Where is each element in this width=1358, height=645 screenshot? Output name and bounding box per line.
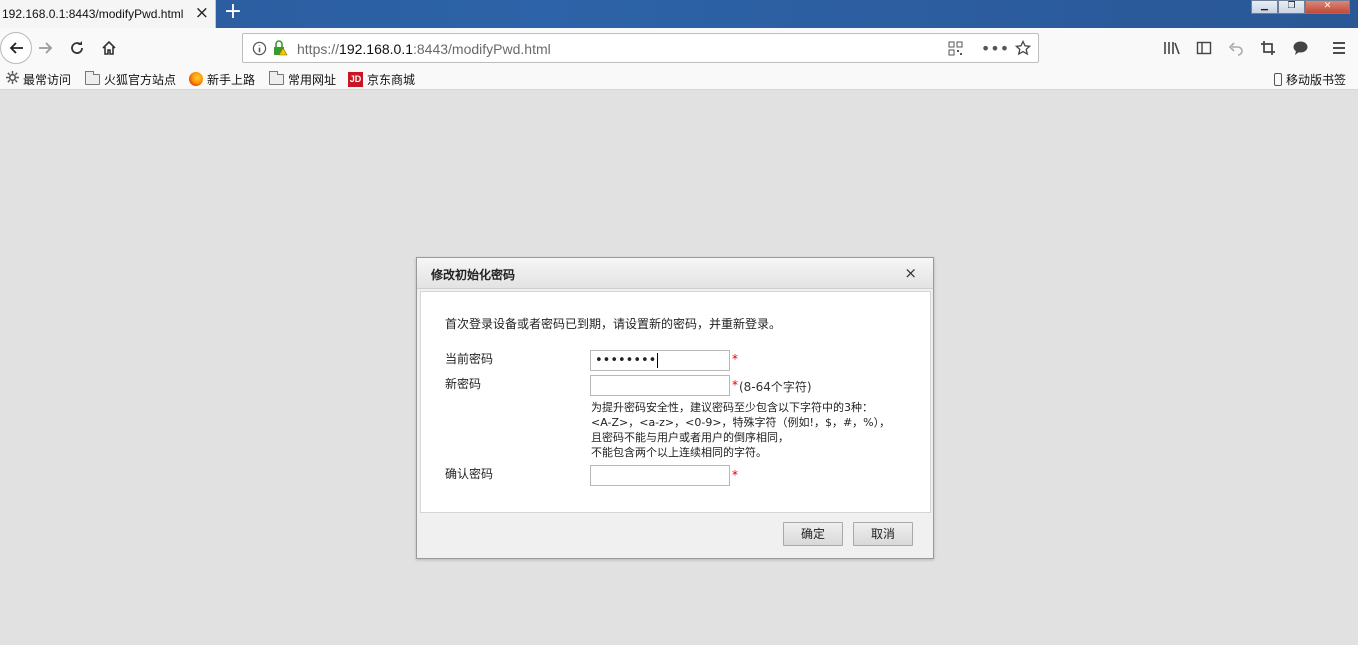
forward-arrow-icon <box>39 42 53 54</box>
tip-line: 且密码不能与用户或者用户的倒序相同， <box>591 431 789 444</box>
chat-bubble-icon[interactable] <box>1290 38 1310 58</box>
bookmark-getting-started[interactable]: 新手上路 <box>189 71 255 87</box>
required-mark: * <box>732 378 738 392</box>
url-bar[interactable]: https://192.168.0.1:8443/modifyPwd.html … <box>242 33 1039 63</box>
minimize-button[interactable]: ▁ <box>1251 0 1278 14</box>
browser-tab[interactable]: 192.168.0.1:8443/modifyPwd.html × <box>0 0 216 28</box>
insecure-lock-icon[interactable] <box>271 39 289 57</box>
dialog-header: 修改初始化密码 × <box>417 258 933 289</box>
dialog-footer: 确定 取消 <box>417 515 933 558</box>
back-arrow-icon <box>9 42 23 54</box>
folder-icon <box>85 70 100 85</box>
new-password-input[interactable] <box>590 375 730 396</box>
crop-screenshot-icon[interactable] <box>1258 38 1278 58</box>
firefox-icon <box>189 72 203 86</box>
mobile-bookmarks[interactable]: 移动版书签 <box>1274 71 1346 87</box>
reload-button[interactable] <box>65 36 89 60</box>
url-host: 192.168.0.1 <box>339 41 413 57</box>
navigation-bar: https://192.168.0.1:8443/modifyPwd.html … <box>0 28 1358 68</box>
jd-icon: JD <box>348 71 363 87</box>
current-password-label: 当前密码 <box>445 352 494 366</box>
dialog-title: 修改初始化密码 <box>431 268 516 282</box>
menu-hamburger-icon[interactable] <box>1329 38 1349 58</box>
info-icon[interactable] <box>250 39 268 57</box>
forward-button[interactable] <box>34 36 58 60</box>
bookmark-common-sites[interactable]: 常用网址 <box>269 70 337 87</box>
new-tab-button[interactable]: + <box>222 1 244 23</box>
confirm-password-label: 确认密码 <box>445 467 494 481</box>
gear-icon <box>6 71 19 87</box>
back-button[interactable] <box>0 32 32 64</box>
bookmark-label: 京东商城 <box>367 72 416 87</box>
undo-icon[interactable] <box>1226 38 1246 58</box>
confirm-password-input[interactable] <box>590 465 730 486</box>
home-icon <box>102 40 116 55</box>
url-path: :8443/modifyPwd.html <box>413 41 551 57</box>
library-icon[interactable] <box>1162 38 1182 58</box>
bookmark-label: 新手上路 <box>207 72 256 87</box>
tip-line: <A-Z>，<a-z>，<0-9>，特殊字符（例如!，$，#，%）， <box>591 416 891 429</box>
tip-line: 为提升密码安全性，建议密码至少包含以下字符中的3种： <box>591 401 873 414</box>
restore-button[interactable]: ❐ <box>1278 0 1305 14</box>
folder-icon <box>269 70 284 85</box>
bookmark-firefox-site[interactable]: 火狐官方站点 <box>85 70 177 87</box>
window-controls: ▁ ❐ ✕ <box>1251 0 1350 14</box>
bookmark-star-icon[interactable] <box>1014 39 1032 57</box>
required-mark: * <box>732 352 738 366</box>
text-cursor <box>657 353 659 368</box>
dialog-intro-text: 首次登录设备或者密码已到期，请设置新的密码，并重新登录。 <box>445 317 782 331</box>
dialog-close-icon[interactable]: × <box>904 264 917 282</box>
title-bar: 192.168.0.1:8443/modifyPwd.html × + ▁ ❐ … <box>0 0 1358 28</box>
bookmark-most-visited[interactable]: 最常访问 <box>6 71 71 87</box>
bookmark-label: 常用网址 <box>288 72 337 87</box>
mobile-phone-icon <box>1274 72 1282 86</box>
qr-code-icon[interactable] <box>946 39 964 57</box>
required-mark: * <box>732 468 738 482</box>
home-button[interactable] <box>97 36 121 60</box>
bookmark-label: 火狐官方站点 <box>104 72 177 87</box>
tab-title: 192.168.0.1:8443/modifyPwd.html <box>2 7 184 21</box>
url-scheme: https:// <box>297 41 340 57</box>
more-actions-icon[interactable]: ••• <box>981 39 1009 58</box>
current-password-masked: •••••••• <box>595 353 657 368</box>
new-password-label: 新密码 <box>445 377 482 391</box>
tab-close-icon[interactable]: × <box>195 4 209 22</box>
window-close-button[interactable]: ✕ <box>1305 0 1350 14</box>
reload-icon <box>71 41 83 54</box>
bookmark-label: 最常访问 <box>23 72 72 87</box>
current-password-input[interactable]: •••••••• <box>590 350 730 371</box>
url-text: https://192.168.0.1:8443/modifyPwd.html <box>297 41 551 57</box>
modify-password-dialog: 修改初始化密码 × 首次登录设备或者密码已到期，请设置新的密码，并重新登录。 当… <box>416 257 934 559</box>
mobile-bookmarks-label: 移动版书签 <box>1286 72 1347 87</box>
tip-line: 不能包含两个以上连续相同的字符。 <box>591 446 767 459</box>
bookmark-jd-mall[interactable]: JD 京东商城 <box>348 71 415 87</box>
password-tips: 为提升密码安全性，建议密码至少包含以下字符中的3种： <A-Z>，<a-z>，<… <box>591 400 890 460</box>
bookmarks-bar: 最常访问 火狐官方站点 新手上路 常用网址 JD 京东商城 移动版书签 <box>0 68 1358 90</box>
confirm-button[interactable]: 确定 <box>783 522 843 546</box>
cancel-button[interactable]: 取消 <box>853 522 913 546</box>
password-length-hint: (8-64个字符) <box>739 380 812 394</box>
dialog-body: 首次登录设备或者密码已到期，请设置新的密码，并重新登录。 当前密码 ••••••… <box>420 291 931 513</box>
sidebar-icon[interactable] <box>1194 38 1214 58</box>
